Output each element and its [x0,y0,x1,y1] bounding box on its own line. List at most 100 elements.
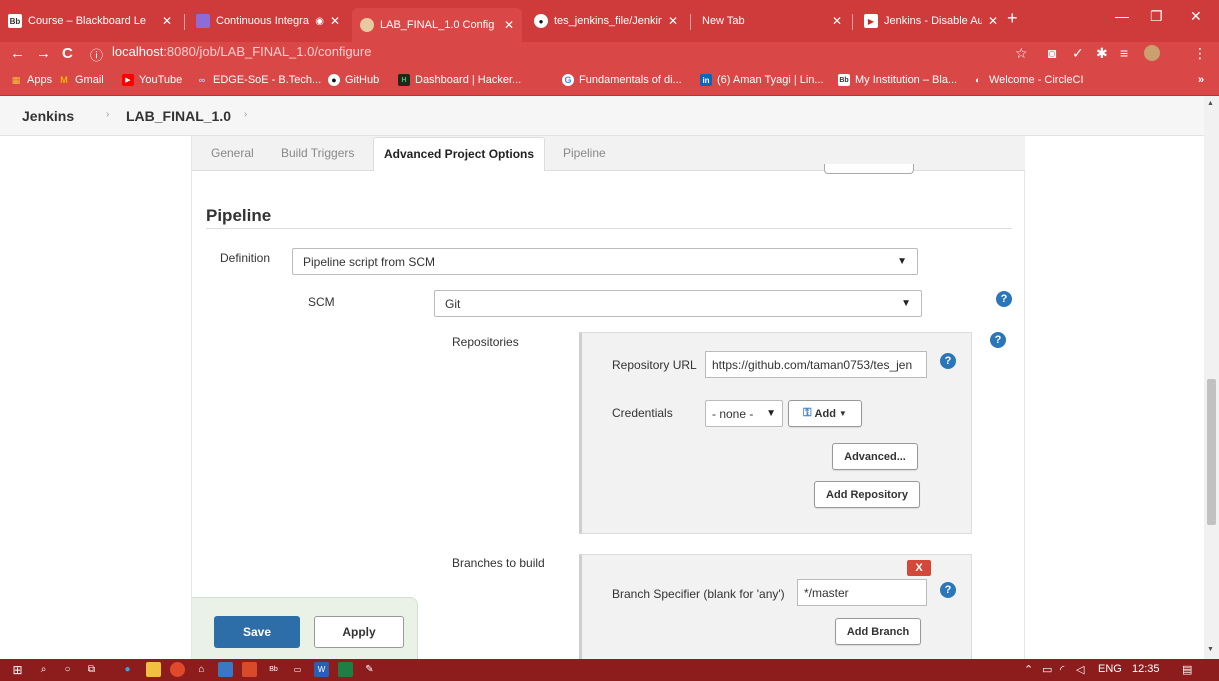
browser-tab-github-jenkinsfile[interactable]: ● tes_jenkins_file/Jenkins ✕ [526,8,686,34]
browser-tab-new-tab[interactable]: New Tab ✕ [694,8,850,34]
new-tab-button[interactable]: + [1007,8,1018,29]
url-path: :8080/job/LAB_FINAL_1.0/configure [163,44,372,59]
chrome-icon[interactable] [170,662,185,677]
branch-specifier-input[interactable]: */master [797,579,927,606]
forward-icon[interactable]: → [36,45,51,62]
photos-icon[interactable] [242,662,257,677]
paint-icon[interactable]: ✎ [362,662,377,677]
restore-icon[interactable]: ❐ [1150,8,1163,25]
bookmark-gmail[interactable]: M Gmail [58,74,103,86]
bookmark-apps[interactable]: ▦ Apps [10,74,52,86]
save-button[interactable]: Save [214,616,300,648]
blackboard-icon[interactable]: Bb [266,662,281,677]
breadcrumb-job[interactable]: LAB_FINAL_1.0 [126,108,231,124]
reload-icon[interactable]: C [62,45,73,62]
volume-icon[interactable]: ◁ [1076,663,1084,676]
help-icon[interactable]: ? [996,291,1012,307]
bookmark-linkedin[interactable]: in (6) Aman Tyagi | Lin... [700,74,824,86]
delete-branch-button[interactable]: X [907,560,931,576]
bookmark-my-institution[interactable]: Bb My Institution – Bla... [838,74,957,86]
youtube-icon: ▶ [864,14,878,28]
bookmark-circleci[interactable]: ◐ Welcome - CircleCI [972,74,1083,86]
site-info-icon[interactable]: ⓘ [90,45,103,64]
bookmark-label: Fundamentals of di... [579,74,682,86]
window-close-icon[interactable]: ✕ [1190,8,1202,25]
bookmark-edge-soe[interactable]: ∞ EDGE-SoE - B.Tech... [196,74,321,86]
repository-url-label: Repository URL [612,358,697,372]
profile-avatar[interactable] [1144,45,1160,61]
bookmark-hackerrank[interactable]: H Dashboard | Hacker... [398,74,521,86]
windows-start-icon[interactable]: ⊞ [10,662,25,677]
tab-pipeline[interactable]: Pipeline [563,146,606,160]
terminal-icon[interactable]: ▭ [290,662,305,677]
close-icon[interactable]: ✕ [832,14,842,28]
tab-build-triggers[interactable]: Build Triggers [281,146,354,160]
bookmark-fundamentals[interactable]: G Fundamentals of di... [562,74,682,86]
hackerrank-icon: H [398,74,410,86]
breadcrumb-chevron-icon[interactable]: › [244,109,247,120]
language-indicator[interactable]: ENG [1098,663,1122,675]
tray-overflow-icon[interactable]: ⌃ [1024,663,1033,676]
blackboard-icon: Bb [8,14,22,28]
edge-browser-icon[interactable]: ● [120,662,135,677]
excel-icon[interactable] [338,662,353,677]
battery-icon[interactable]: ▭ [1042,663,1052,676]
breadcrumb-chevron-icon[interactable]: › [106,109,109,120]
page-scrollbar[interactable]: ▲ ▼ [1204,96,1219,659]
word-icon[interactable]: W [314,662,329,677]
scroll-down-icon[interactable]: ▼ [1207,646,1214,653]
repository-url-input[interactable]: https://github.com/taman0753/tes_jen [705,351,927,378]
browser-tab-continuous-integration[interactable]: Continuous Integra ◉ ✕ [188,8,348,34]
scrollbar-thumb[interactable] [1207,379,1216,525]
clock[interactable]: 12:35 [1132,663,1160,675]
extensions-puzzle-icon[interactable]: ✱ [1096,45,1108,62]
close-icon[interactable]: ✕ [330,14,340,28]
notifications-icon[interactable]: ▤ [1182,663,1192,676]
apply-button[interactable]: Apply [314,616,404,648]
add-repository-button[interactable]: Add Repository [814,481,920,508]
bookmark-youtube[interactable]: ▶ YouTube [122,74,182,86]
close-icon[interactable]: ✕ [988,14,998,28]
help-icon[interactable]: ? [990,332,1006,348]
browser-tab-jenkins-disable-auth[interactable]: ▶ Jenkins - Disable Authe ✕ [856,8,1006,34]
reading-list-icon[interactable]: ≡ [1120,45,1128,61]
pc-icon[interactable] [218,662,233,677]
close-icon[interactable]: ✕ [504,18,514,32]
scm-select[interactable]: Git ▼ [434,290,922,317]
help-icon[interactable]: ? [940,353,956,369]
close-icon[interactable]: ✕ [668,14,678,28]
add-credentials-button[interactable]: ⚿ Add ▼ [788,400,862,427]
advanced-button[interactable]: Advanced... [832,443,918,470]
bookmarks-overflow-button[interactable]: » [1198,74,1204,86]
browser-tab-lab-final-config[interactable]: LAB_FINAL_1.0 Config [ ✕ [352,8,522,42]
bookmark-star-icon[interactable]: ☆ [1015,45,1028,62]
branch-panel: X Branch Specifier (blank for 'any') */m… [579,554,972,659]
wifi-icon[interactable]: ◜ [1060,663,1064,676]
browser-tab-blackboard[interactable]: Bb Course – Blackboard Le ✕ [0,8,180,34]
store-icon[interactable]: ⌂ [194,662,209,677]
breadcrumb-jenkins[interactable]: Jenkins [22,108,74,124]
minimize-icon[interactable]: — [1115,8,1129,24]
scroll-up-icon[interactable]: ▲ [1207,100,1214,107]
help-icon[interactable]: ? [940,582,956,598]
close-icon[interactable]: ✕ [162,14,172,28]
bookmark-github[interactable]: ● GitHub [328,74,379,86]
caret-down-icon: ▼ [838,409,847,418]
search-icon[interactable]: ⌕ [36,662,51,677]
camera-extension-icon[interactable]: ◙ [1048,45,1056,61]
browser-menu-icon[interactable]: ⋮ [1193,45,1207,62]
linkedin-icon: in [700,74,712,86]
definition-select[interactable]: Pipeline script from SCM ▼ [292,248,918,275]
credentials-select[interactable]: - none - ▼ [705,400,783,427]
scrolled-button-edge[interactable] [824,164,914,174]
chevron-down-icon: ▼ [897,256,907,267]
tab-advanced-project-options[interactable]: Advanced Project Options [373,137,546,171]
task-view-icon[interactable]: ⧉ [84,662,99,677]
address-bar[interactable]: localhost:8080/job/LAB_FINAL_1.0/configu… [112,44,371,59]
checkmark-extension-icon[interactable]: ✓ [1072,45,1084,62]
tab-general[interactable]: General [211,146,254,160]
add-branch-button[interactable]: Add Branch [835,618,921,645]
file-explorer-icon[interactable] [146,662,161,677]
cortana-icon[interactable]: ○ [60,662,75,677]
back-icon[interactable]: ← [10,45,25,62]
